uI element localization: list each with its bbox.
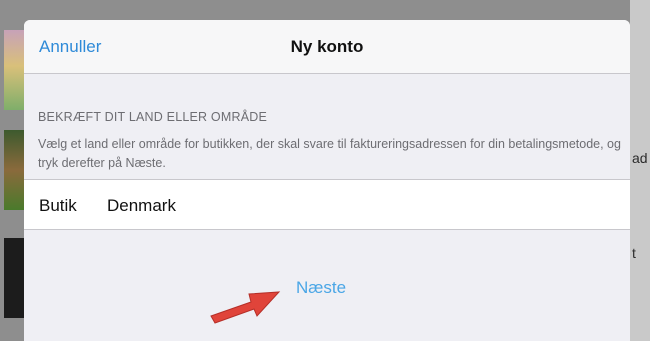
next-button[interactable]: Næste — [296, 278, 346, 298]
red-arrow-icon — [210, 291, 281, 324]
navigation-bar: Annuller Ny konto — [24, 20, 630, 74]
section-description: Vælg et land eller område for butikken, … — [38, 137, 621, 170]
background-app-thumbnail — [4, 238, 24, 318]
section-header: BEKRÆFT DIT LAND ELLER OMRÅDE — [38, 110, 267, 124]
new-account-sheet: Annuller Ny konto BEKRÆFT DIT LAND ELLER… — [24, 20, 630, 341]
background-app-thumbnail — [4, 30, 24, 110]
store-country-row[interactable]: Butik Denmark — [24, 179, 630, 230]
page-title: Ny konto — [290, 37, 364, 56]
store-label: Butik — [39, 196, 77, 215]
store-country-value: Denmark — [107, 196, 176, 215]
background-right-panel — [630, 0, 650, 341]
background-text: ad — [632, 150, 648, 166]
screenshot-frame: ad t Annuller Ny konto BEKRÆFT DIT LAND … — [0, 0, 650, 341]
background-text: t — [632, 245, 636, 261]
arrow-shape — [210, 291, 281, 324]
background-app-thumbnail — [4, 130, 24, 210]
